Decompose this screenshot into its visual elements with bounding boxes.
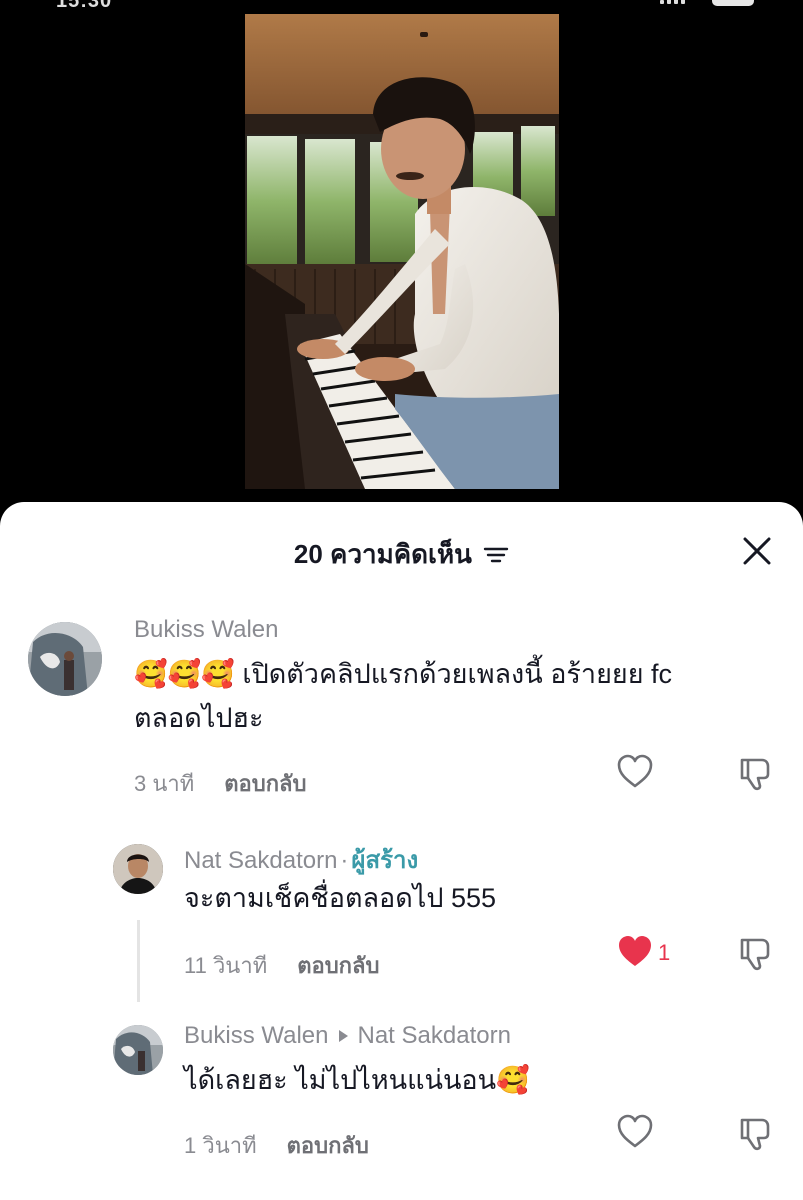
- heart-icon: [617, 1114, 653, 1148]
- battery-icon: [712, 0, 754, 6]
- comment-text: ได้เลยฮะ ไม่ไปไหนแน่นอน🥰: [184, 1058, 530, 1102]
- dislike-button[interactable]: [736, 1112, 776, 1152]
- comment-username-row: Bukiss Walen Nat Sakdatorn: [184, 1022, 511, 1050]
- emoji-suffix: 🥰: [496, 1065, 530, 1095]
- comment-username[interactable]: Bukiss Walen: [184, 1022, 329, 1049]
- like-button[interactable]: [615, 1112, 655, 1152]
- status-bar: 15:30: [0, 0, 803, 14]
- comment-time: 1 วินาที: [184, 1133, 257, 1158]
- reply-to-username[interactable]: Nat Sakdatorn: [358, 1022, 511, 1049]
- video-player[interactable]: [245, 14, 559, 489]
- comment-meta: 1 วินาที ตอบกลับ: [184, 1128, 369, 1163]
- comment-text-body: ได้เลยฮะ ไม่ไปไหนแน่นอน: [184, 1065, 497, 1095]
- reply-button[interactable]: ตอบกลับ: [287, 1133, 369, 1158]
- avatar[interactable]: [113, 1025, 163, 1075]
- reply-arrow-icon: [338, 1029, 348, 1042]
- status-time: 15:30: [56, 0, 113, 12]
- reply-comment-item: Bukiss Walen Nat Sakdatorn ได้เลยฮะ ไม่ไป…: [0, 502, 803, 1200]
- thumbs-down-icon: [740, 1118, 770, 1151]
- comments-sheet: 20 ความคิดเห็น Bukiss Walen 🥰🥰🥰 เปิดตัวค…: [0, 502, 803, 1200]
- signal-icon: [660, 0, 690, 4]
- video-frame-image: [245, 14, 559, 489]
